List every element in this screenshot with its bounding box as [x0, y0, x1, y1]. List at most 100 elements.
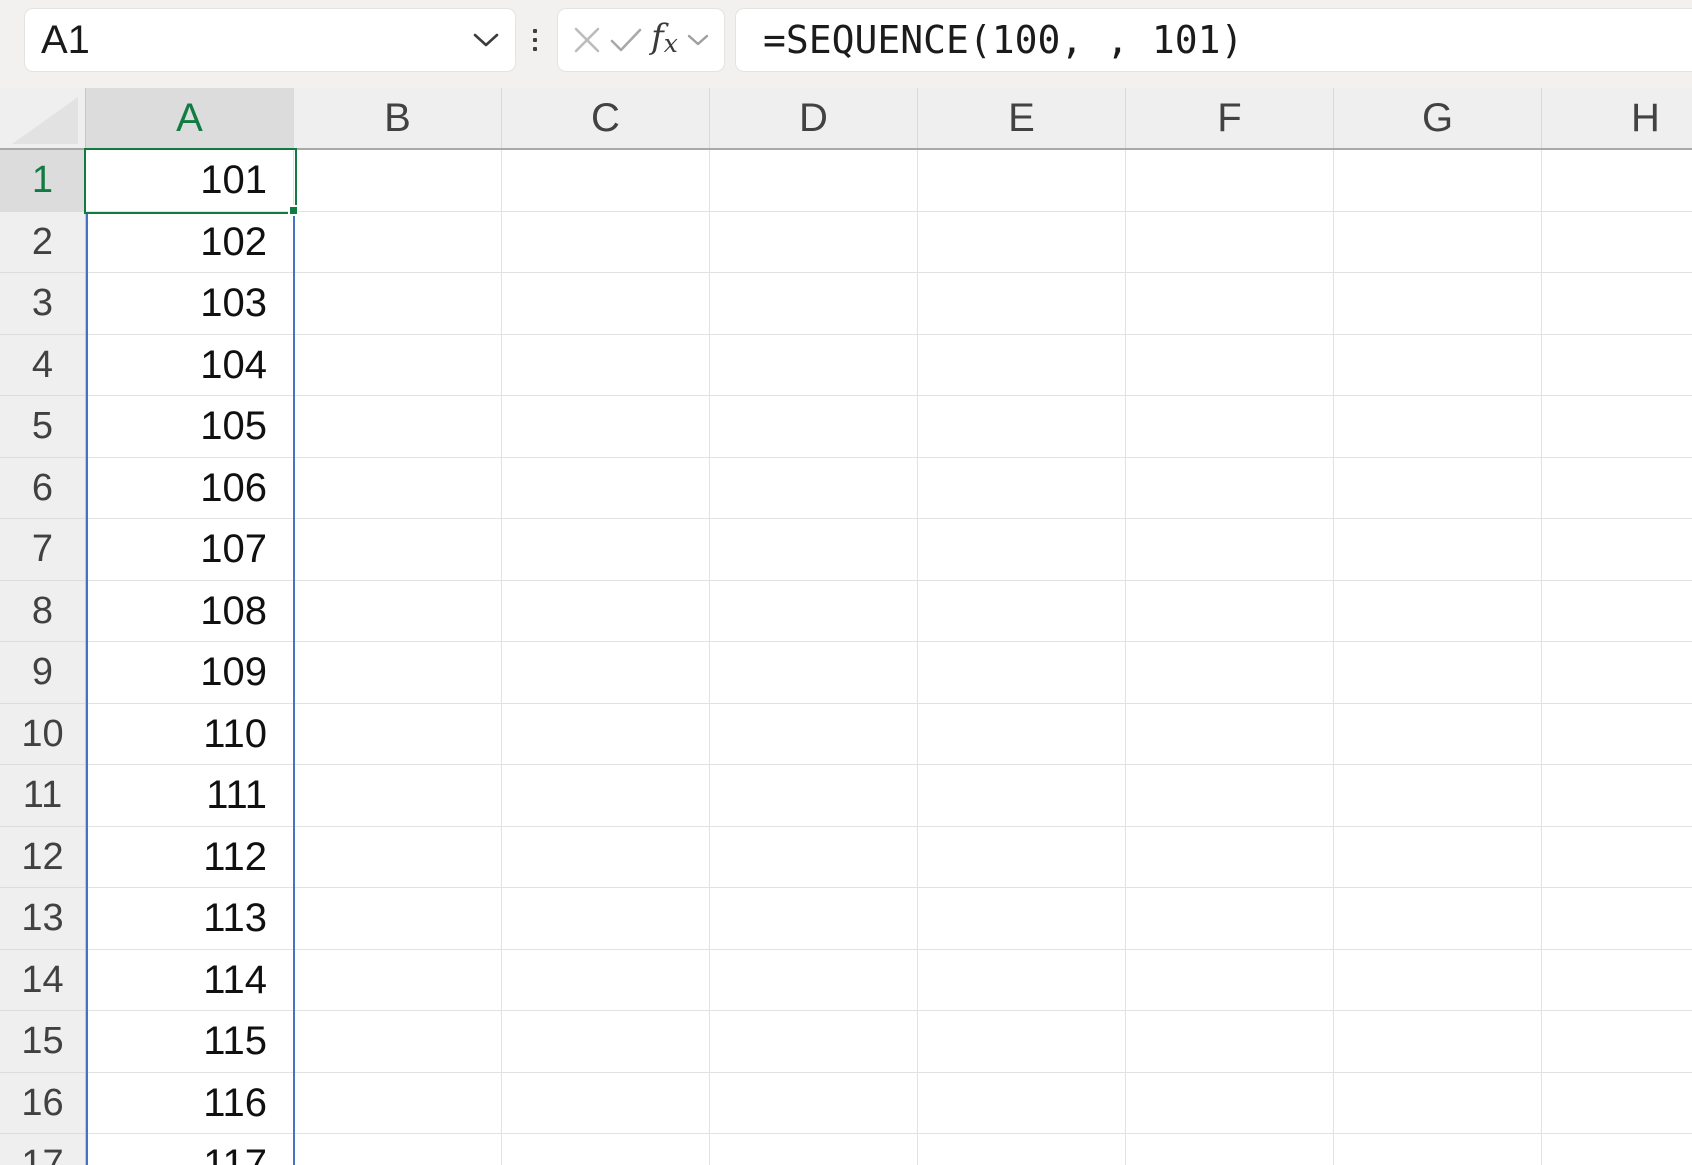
cell-d2[interactable] — [710, 211, 918, 273]
cell-a13[interactable]: 113 — [86, 888, 294, 950]
cell-b17[interactable] — [294, 1134, 502, 1165]
cell-g7[interactable] — [1334, 519, 1542, 581]
chevron-down-icon[interactable] — [473, 33, 499, 48]
cancel-icon[interactable] — [573, 26, 601, 54]
cell-e13[interactable] — [918, 888, 1126, 950]
cell-d17[interactable] — [710, 1134, 918, 1165]
cell-a16[interactable]: 116 — [86, 1072, 294, 1134]
row-header-9[interactable]: 9 — [0, 642, 85, 704]
name-box[interactable]: A1 — [24, 8, 516, 72]
cell-b10[interactable] — [294, 703, 502, 765]
cell-h13[interactable] — [1542, 888, 1692, 950]
cell-c7[interactable] — [502, 519, 710, 581]
cell-f6[interactable] — [1126, 457, 1334, 519]
insert-function-icon[interactable]: fx — [651, 6, 678, 75]
row-header-6[interactable]: 6 — [0, 457, 85, 519]
cell-c5[interactable] — [502, 396, 710, 458]
cell-e12[interactable] — [918, 826, 1126, 888]
cell-f8[interactable] — [1126, 580, 1334, 642]
row-header-13[interactable]: 13 — [0, 888, 85, 950]
cell-e16[interactable] — [918, 1072, 1126, 1134]
cell-g17[interactable] — [1334, 1134, 1542, 1165]
cell-h16[interactable] — [1542, 1072, 1692, 1134]
cell-d15[interactable] — [710, 1011, 918, 1073]
column-header-b[interactable]: B — [294, 88, 502, 148]
cell-a15[interactable]: 115 — [86, 1011, 294, 1073]
cell-d1[interactable] — [710, 150, 918, 212]
fill-handle[interactable] — [287, 205, 299, 216]
cell-c8[interactable] — [502, 580, 710, 642]
cell-d4[interactable] — [710, 334, 918, 396]
cell-h5[interactable] — [1542, 396, 1692, 458]
cell-f11[interactable] — [1126, 765, 1334, 827]
cell-g16[interactable] — [1334, 1072, 1542, 1134]
cell-c4[interactable] — [502, 334, 710, 396]
cell-h3[interactable] — [1542, 273, 1692, 335]
cell-c9[interactable] — [502, 642, 710, 704]
cell-a17[interactable]: 117 — [86, 1134, 294, 1165]
cell-f16[interactable] — [1126, 1072, 1334, 1134]
cell-h17[interactable] — [1542, 1134, 1692, 1165]
row-header-11[interactable]: 11 — [0, 765, 85, 827]
cell-a4[interactable]: 104 — [86, 334, 294, 396]
row-header-12[interactable]: 12 — [0, 826, 85, 888]
cell-e4[interactable] — [918, 334, 1126, 396]
cell-h15[interactable] — [1542, 1011, 1692, 1073]
cell-b6[interactable] — [294, 457, 502, 519]
cell-d9[interactable] — [710, 642, 918, 704]
cell-b16[interactable] — [294, 1072, 502, 1134]
toolbar-drag-handle-icon[interactable] — [530, 8, 540, 72]
cell-e3[interactable] — [918, 273, 1126, 335]
cell-e11[interactable] — [918, 765, 1126, 827]
select-all-button[interactable] — [0, 88, 86, 148]
cell-c11[interactable] — [502, 765, 710, 827]
cell-d5[interactable] — [710, 396, 918, 458]
formula-bar[interactable]: =SEQUENCE(100, , 101) — [735, 8, 1692, 72]
cell-h6[interactable] — [1542, 457, 1692, 519]
cell-f4[interactable] — [1126, 334, 1334, 396]
cell-g2[interactable] — [1334, 211, 1542, 273]
column-header-f[interactable]: F — [1126, 88, 1334, 148]
cell-d12[interactable] — [710, 826, 918, 888]
chevron-down-icon[interactable] — [687, 34, 709, 47]
cell-h8[interactable] — [1542, 580, 1692, 642]
cell-d3[interactable] — [710, 273, 918, 335]
cell-g3[interactable] — [1334, 273, 1542, 335]
cell-b15[interactable] — [294, 1011, 502, 1073]
cell-d10[interactable] — [710, 703, 918, 765]
cell-e15[interactable] — [918, 1011, 1126, 1073]
column-header-g[interactable]: G — [1334, 88, 1542, 148]
cell-e7[interactable] — [918, 519, 1126, 581]
cell-a10[interactable]: 110 — [86, 703, 294, 765]
cell-g11[interactable] — [1334, 765, 1542, 827]
cell-e8[interactable] — [918, 580, 1126, 642]
cell-c13[interactable] — [502, 888, 710, 950]
cell-e5[interactable] — [918, 396, 1126, 458]
cell-b8[interactable] — [294, 580, 502, 642]
column-header-c[interactable]: C — [502, 88, 710, 148]
row-header-14[interactable]: 14 — [0, 949, 85, 1011]
cell-g1[interactable] — [1334, 150, 1542, 212]
cell-f12[interactable] — [1126, 826, 1334, 888]
cell-b5[interactable] — [294, 396, 502, 458]
cell-f2[interactable] — [1126, 211, 1334, 273]
row-header-3[interactable]: 3 — [0, 273, 85, 335]
cell-c17[interactable] — [502, 1134, 710, 1165]
cell-b13[interactable] — [294, 888, 502, 950]
cell-d7[interactable] — [710, 519, 918, 581]
cell-g12[interactable] — [1334, 826, 1542, 888]
cell-h12[interactable] — [1542, 826, 1692, 888]
cell-h10[interactable] — [1542, 703, 1692, 765]
cell-h7[interactable] — [1542, 519, 1692, 581]
cell-d11[interactable] — [710, 765, 918, 827]
cell-e6[interactable] — [918, 457, 1126, 519]
column-header-d[interactable]: D — [710, 88, 918, 148]
cell-g8[interactable] — [1334, 580, 1542, 642]
cell-g15[interactable] — [1334, 1011, 1542, 1073]
cell-a7[interactable]: 107 — [86, 519, 294, 581]
cell-c1[interactable] — [502, 150, 710, 212]
enter-check-icon[interactable] — [610, 27, 642, 53]
cell-a6[interactable]: 106 — [86, 457, 294, 519]
cell-e14[interactable] — [918, 949, 1126, 1011]
cell-a9[interactable]: 109 — [86, 642, 294, 704]
